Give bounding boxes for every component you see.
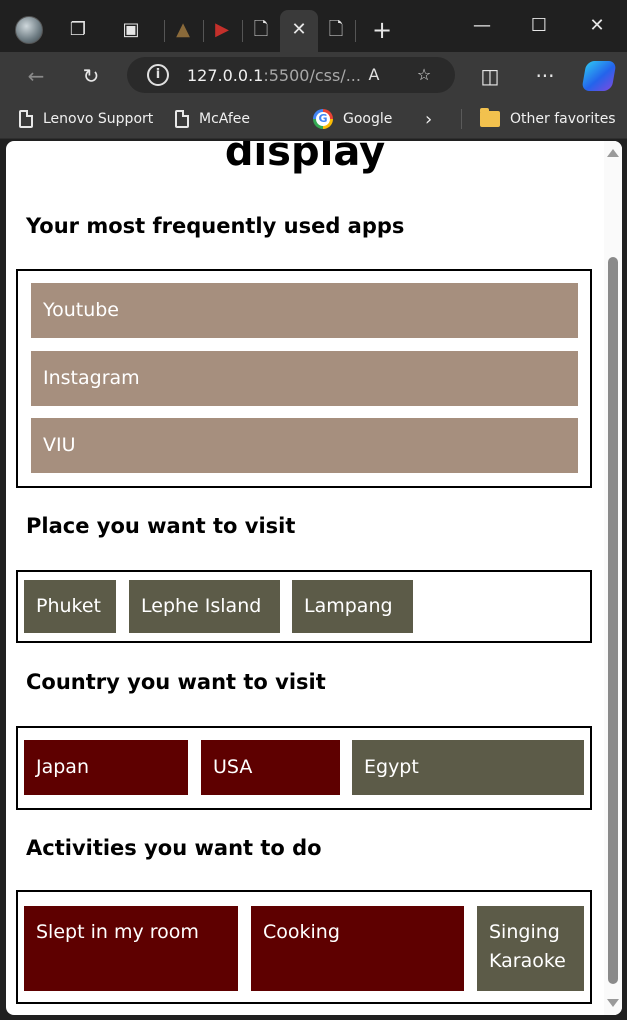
close-window-icon[interactable]: ✕ bbox=[582, 14, 612, 38]
page-title: display bbox=[224, 141, 386, 175]
favorite-lenovo-support[interactable]: Lenovo Support bbox=[19, 108, 153, 130]
toolbar: ← ↻ i 127.0.0.1:5500/css/... A ☆ ◫ ··· bbox=[0, 52, 627, 99]
address-bar[interactable]: i 127.0.0.1:5500/css/... A ☆ bbox=[127, 57, 455, 93]
apps-container: Youtube Instagram VIU bbox=[16, 269, 592, 488]
favorite-label: Google bbox=[343, 111, 393, 127]
vertical-tabs-icon[interactable]: ▣ bbox=[119, 18, 143, 42]
app-item-viu: VIU bbox=[31, 418, 578, 473]
other-favorites-label: Other favorites bbox=[510, 111, 616, 127]
countries-container: Japan USA Egypt bbox=[16, 726, 592, 810]
scroll-up-arrow-icon[interactable] bbox=[607, 149, 619, 157]
country-item-usa: USA bbox=[201, 740, 340, 795]
scroll-thumb[interactable] bbox=[608, 257, 618, 984]
url-host: 127.0.0.1 bbox=[187, 66, 264, 85]
document-tab-icon[interactable]: 🗋 bbox=[249, 18, 273, 42]
scrollbar[interactable] bbox=[604, 141, 622, 1015]
youtube-tab-icon[interactable]: ▶ bbox=[210, 18, 234, 42]
refresh-icon[interactable]: ↻ bbox=[77, 62, 105, 90]
section-heading-places: Place you want to visit bbox=[26, 514, 296, 538]
favorites-bar: Lenovo Support McAfee Google › Other fav… bbox=[0, 99, 627, 139]
scroll-down-arrow-icon[interactable] bbox=[607, 999, 619, 1007]
tab-separator bbox=[355, 20, 356, 42]
country-item-japan: Japan bbox=[24, 740, 188, 795]
split-screen-icon[interactable]: ◫ bbox=[476, 62, 504, 90]
app-item-instagram: Instagram bbox=[31, 351, 578, 406]
favorite-star-icon[interactable]: ☆ bbox=[413, 64, 435, 86]
favorites-separator bbox=[461, 109, 462, 129]
tab-separator bbox=[242, 20, 243, 42]
read-aloud-icon[interactable]: A bbox=[363, 64, 385, 86]
maximize-icon[interactable]: ☐ bbox=[524, 14, 554, 38]
close-tab-icon[interactable]: ✕ bbox=[287, 18, 311, 42]
site-info-icon[interactable]: i bbox=[147, 64, 169, 86]
browser-window: ❐ ▣ ▲ ▶ 🗋 ✕ 🗋 + — ☐ ✕ ← ↻ i 127.0.0.1:55… bbox=[0, 0, 627, 1020]
other-favorites[interactable]: Other favorites bbox=[480, 108, 616, 130]
google-icon bbox=[313, 109, 333, 129]
chevron-right-icon[interactable]: › bbox=[425, 108, 432, 130]
country-item-egypt: Egypt bbox=[352, 740, 584, 795]
new-tab-icon[interactable]: + bbox=[370, 18, 394, 42]
folder-icon bbox=[480, 108, 500, 127]
favorite-mcafee[interactable]: McAfee bbox=[175, 108, 250, 130]
document-tab-icon[interactable]: 🗋 bbox=[324, 18, 348, 42]
section-heading-apps: Your most frequently used apps bbox=[26, 214, 405, 238]
page-content: display Your most frequently used apps Y… bbox=[6, 141, 604, 1015]
copilot-icon[interactable] bbox=[581, 61, 617, 91]
url-path: :5500/css/... bbox=[263, 66, 361, 85]
activity-item-cooking: Cooking bbox=[251, 906, 464, 991]
active-tab[interactable]: ✕ bbox=[280, 10, 318, 52]
place-item-lampang: Lampang bbox=[292, 580, 413, 633]
favorite-google[interactable]: Google bbox=[313, 108, 392, 130]
places-container: Phuket Lephe Island Lampang bbox=[16, 570, 592, 643]
tab-separator bbox=[164, 20, 165, 42]
activity-item-karaoke: Singing Karaoke bbox=[477, 906, 584, 991]
place-item-phuket: Phuket bbox=[24, 580, 116, 633]
tab-favicon-icon[interactable]: ▲ bbox=[171, 18, 195, 42]
app-item-youtube: Youtube bbox=[31, 283, 578, 338]
favorite-label: Lenovo Support bbox=[43, 111, 154, 127]
activities-container: Slept in my room Cooking Singing Karaoke bbox=[16, 890, 592, 1004]
activity-item-slept: Slept in my room bbox=[24, 906, 238, 991]
favorite-label: McAfee bbox=[199, 111, 251, 127]
minimize-icon[interactable]: — bbox=[467, 14, 497, 38]
more-menu-icon[interactable]: ··· bbox=[531, 62, 559, 90]
page-icon bbox=[175, 110, 189, 128]
tab-separator bbox=[203, 20, 204, 42]
page-icon bbox=[19, 110, 33, 128]
section-heading-activities: Activities you want to do bbox=[26, 836, 322, 860]
section-heading-countries: Country you want to visit bbox=[26, 670, 326, 694]
back-icon[interactable]: ← bbox=[22, 62, 50, 90]
place-item-lephe-island: Lephe Island bbox=[129, 580, 280, 633]
tab-actions-icon[interactable]: ❐ bbox=[66, 18, 90, 42]
tab-strip: ❐ ▣ ▲ ▶ 🗋 ✕ 🗋 + — ☐ ✕ bbox=[0, 0, 627, 52]
page-viewport: display Your most frequently used apps Y… bbox=[6, 141, 622, 1015]
url-text[interactable]: 127.0.0.1:5500/css/... bbox=[187, 66, 361, 85]
profile-avatar[interactable] bbox=[15, 16, 43, 44]
